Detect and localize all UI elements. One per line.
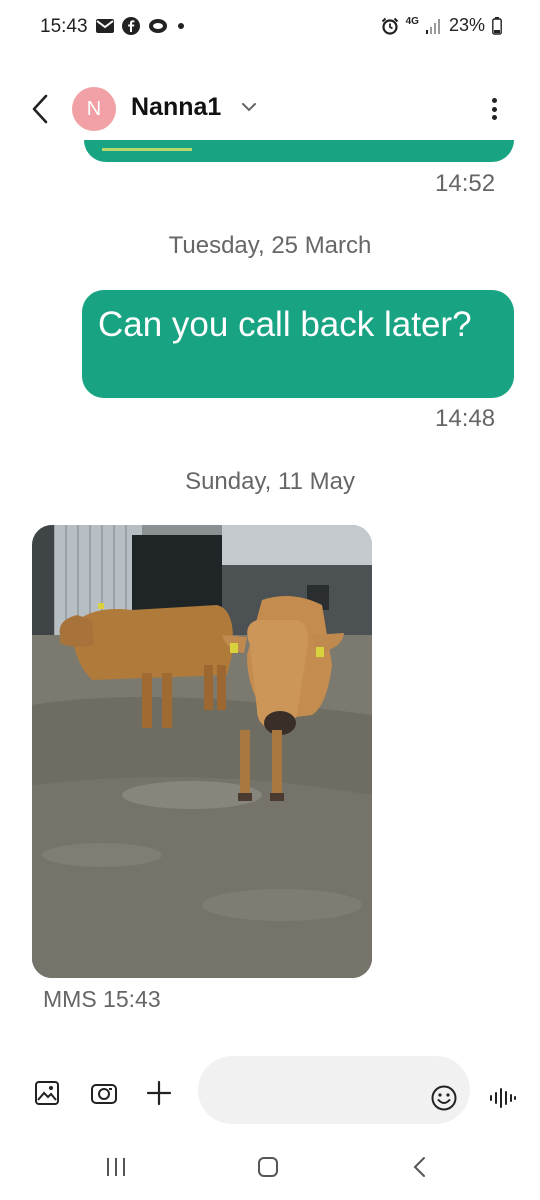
- facebook-icon: [122, 17, 140, 35]
- battery-icon: [492, 16, 502, 35]
- more-dot: [491, 98, 497, 103]
- signal-icon: [425, 18, 440, 34]
- status-system: 4G 23%: [381, 15, 502, 36]
- mms-timestamp: MMS 15:43: [43, 986, 161, 1012]
- previous-message-bubble[interactable]: [84, 140, 514, 162]
- home-icon[interactable]: [256, 1156, 280, 1178]
- email-icon: [96, 19, 114, 33]
- alarm-icon: [381, 17, 398, 35]
- status-bar: 15:43 4G 23%: [0, 0, 540, 56]
- message-composer: [0, 1052, 540, 1128]
- link-underline: [102, 148, 192, 151]
- message-time: 14:52: [435, 170, 496, 197]
- avatar[interactable]: N: [72, 87, 116, 131]
- more-options-button[interactable]: [484, 92, 504, 126]
- status-time: 15:43: [40, 16, 88, 37]
- date-separator: Tuesday, 25 March: [168, 232, 372, 259]
- back-button[interactable]: [26, 92, 56, 126]
- outgoing-message-bubble[interactable]: Can you call back later?: [82, 290, 514, 398]
- message-time: 14:48: [435, 405, 496, 432]
- gallery-icon[interactable]: [34, 1079, 62, 1107]
- camera-icon[interactable]: [90, 1079, 118, 1107]
- chat-bubble-icon: [149, 19, 167, 33]
- nav-back-icon[interactable]: [408, 1156, 432, 1178]
- conversation-header: N Nanna1: [0, 78, 540, 140]
- status-notifications: [96, 17, 186, 35]
- add-icon[interactable]: [145, 1079, 173, 1107]
- more-dot: [491, 106, 497, 112]
- system-nav-bar: [0, 1138, 540, 1200]
- notification-dot-icon: [178, 23, 184, 29]
- date-separator: Sunday, 11 May: [185, 468, 355, 495]
- chevron-down-icon[interactable]: [240, 100, 258, 114]
- 4g-icon: 4G: [405, 15, 419, 27]
- mms-photo-cows[interactable]: [32, 525, 372, 978]
- recent-apps-icon[interactable]: [104, 1156, 128, 1178]
- battery-percent: 23%: [448, 15, 485, 35]
- contact-name[interactable]: Nanna1: [131, 93, 221, 122]
- voice-record-icon[interactable]: [488, 1086, 518, 1110]
- emoji-icon[interactable]: [430, 1084, 458, 1112]
- more-dot: [491, 115, 497, 120]
